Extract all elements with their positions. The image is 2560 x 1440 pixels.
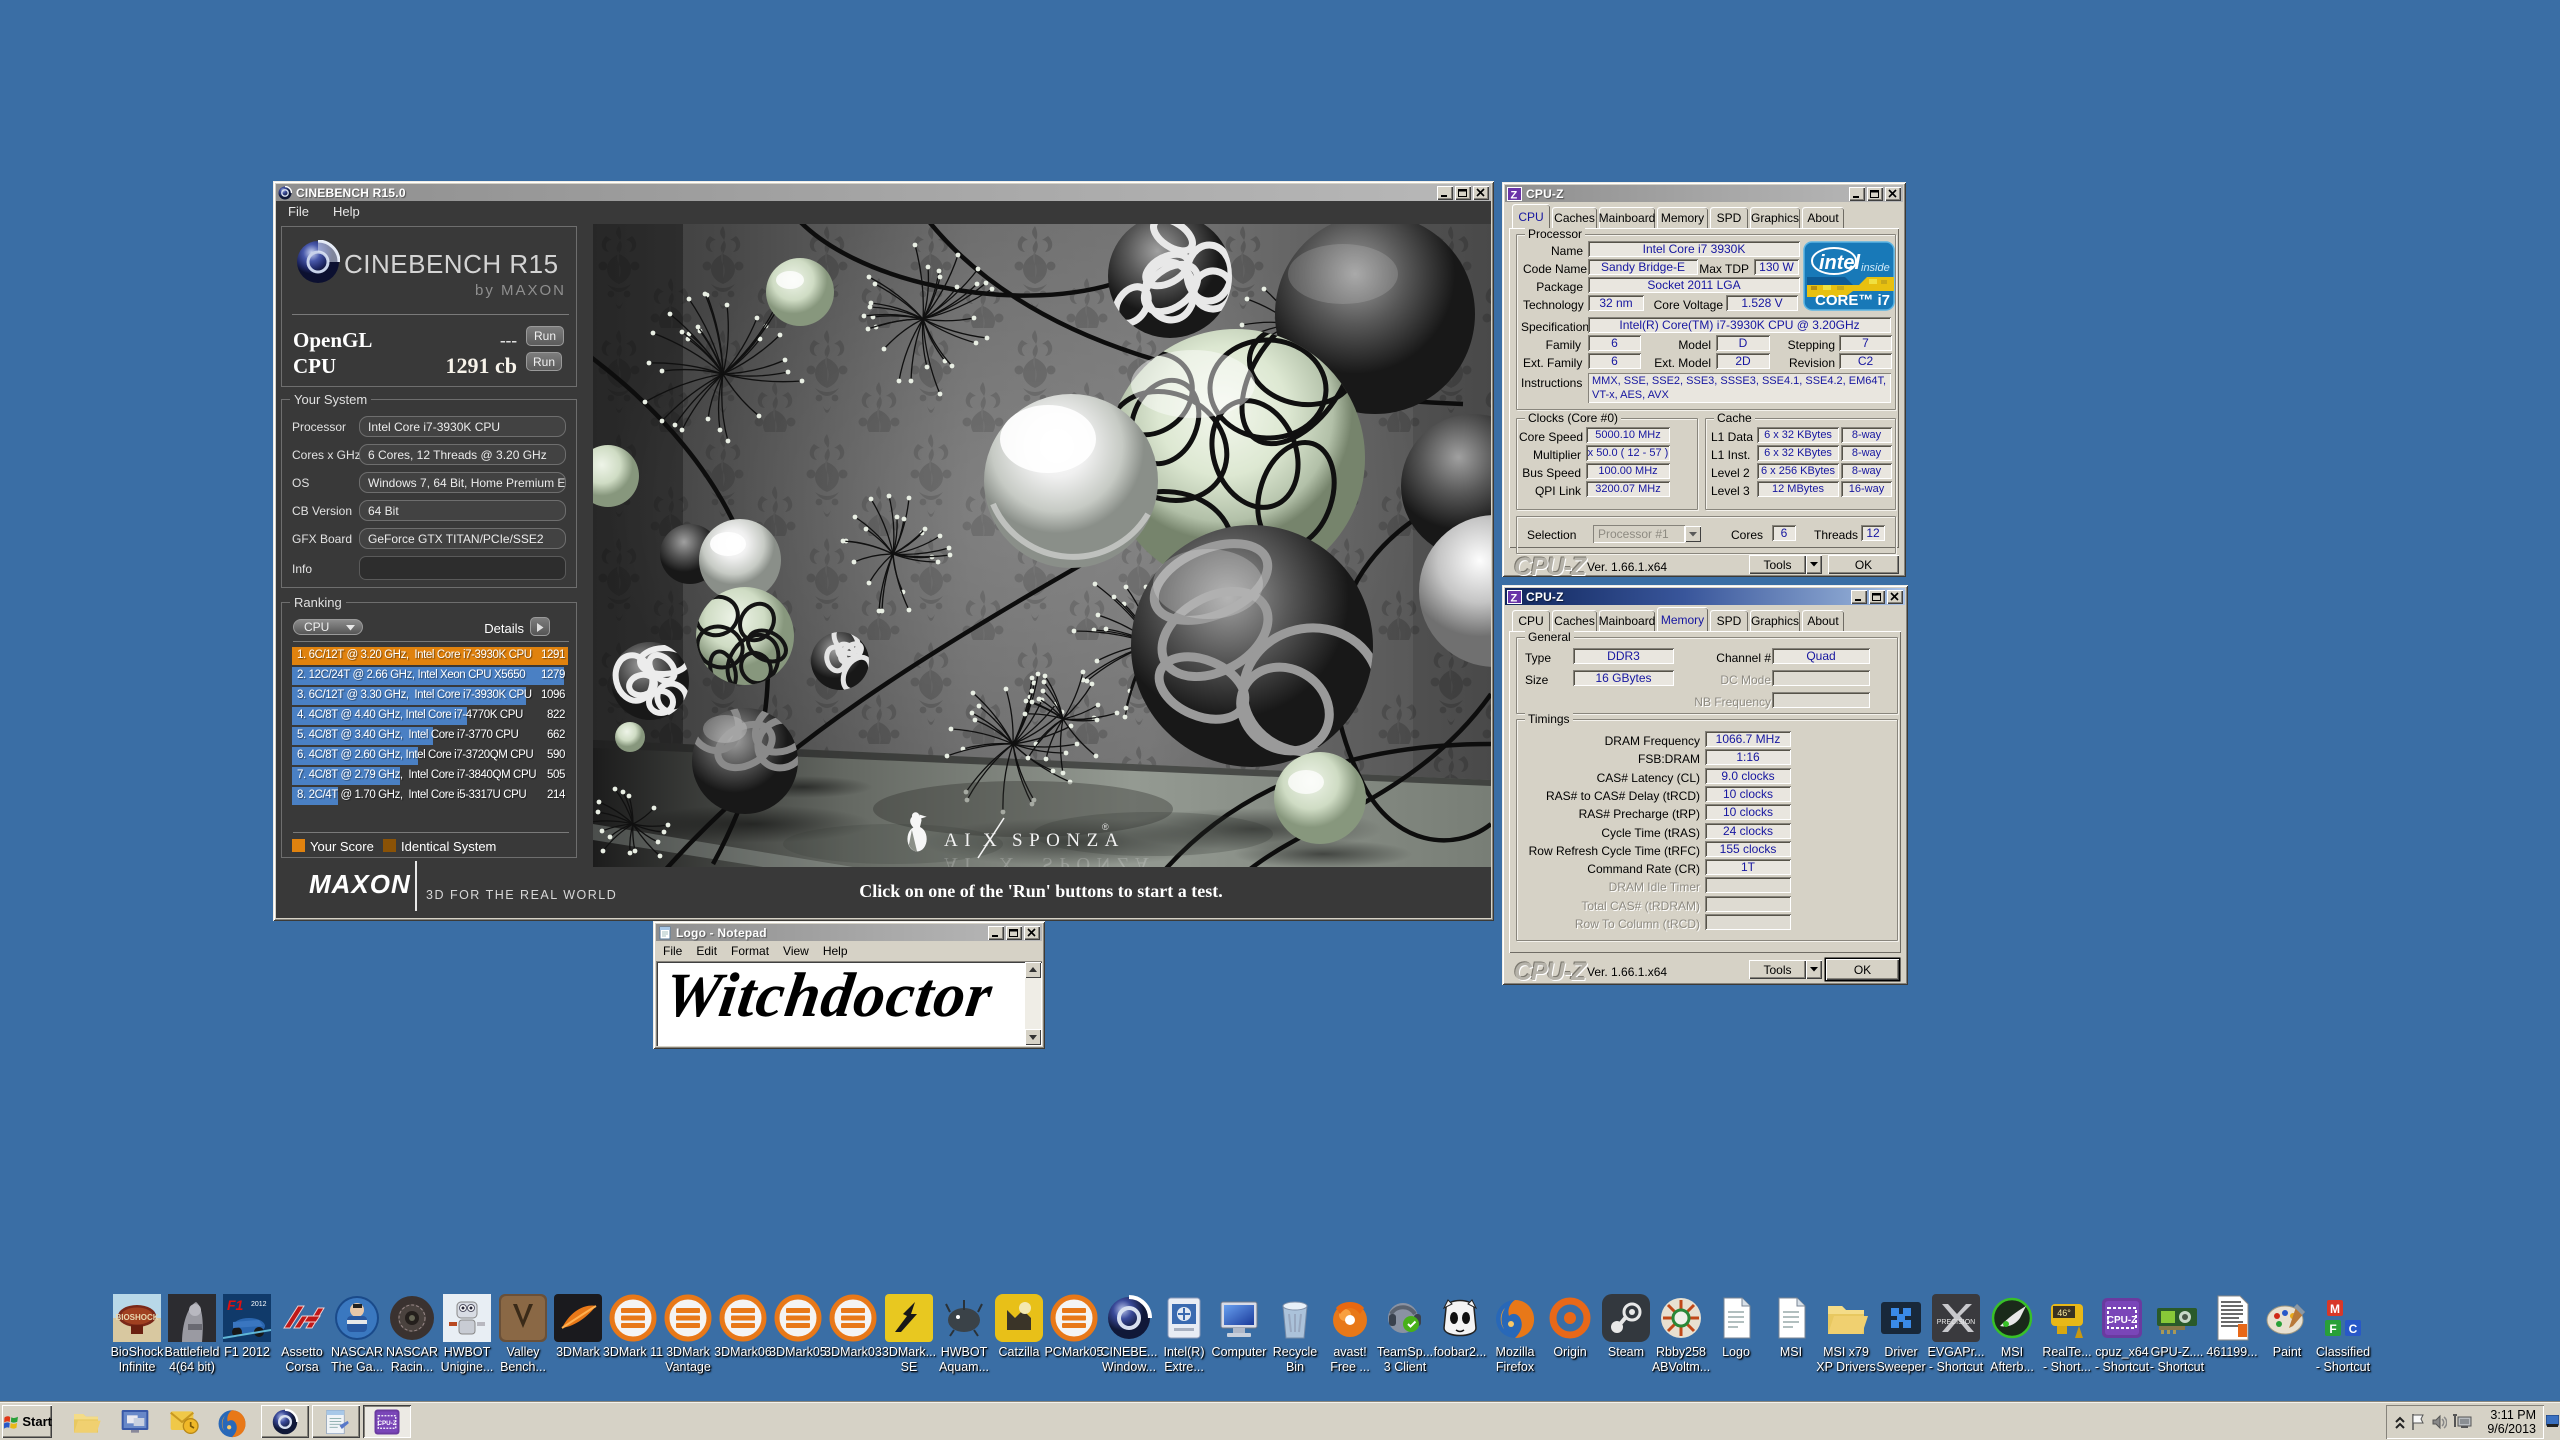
svg-text:inside: inside xyxy=(1861,262,1890,274)
svg-text:®: ® xyxy=(1102,822,1109,832)
svg-text:X: X xyxy=(983,830,997,851)
svg-text:AI: AI xyxy=(944,830,977,851)
svg-text:Z: Z xyxy=(1511,592,1518,604)
svg-text:46°: 46° xyxy=(2057,1308,2071,1318)
svg-text:BIOSHOCK: BIOSHOCK xyxy=(115,1313,158,1322)
svg-text:CORE™ i7: CORE™ i7 xyxy=(1815,292,1890,309)
svg-text:Z: Z xyxy=(1511,189,1518,201)
svg-text:PRECISION: PRECISION xyxy=(1937,1319,1976,1326)
svg-text:CPU-Z: CPU-Z xyxy=(377,1420,396,1427)
svg-text:2012: 2012 xyxy=(251,1301,267,1308)
svg-text:SPONZA: SPONZA xyxy=(1012,830,1125,851)
svg-text:AI X SPONZA: AI X SPONZA xyxy=(944,853,1155,867)
svg-text:M: M xyxy=(2330,1302,2340,1316)
svg-text:CPU-Z: CPU-Z xyxy=(2107,1315,2138,1326)
svg-text:F: F xyxy=(2329,1322,2336,1336)
svg-text:F1: F1 xyxy=(227,1297,244,1313)
svg-text:C: C xyxy=(2349,1322,2358,1336)
